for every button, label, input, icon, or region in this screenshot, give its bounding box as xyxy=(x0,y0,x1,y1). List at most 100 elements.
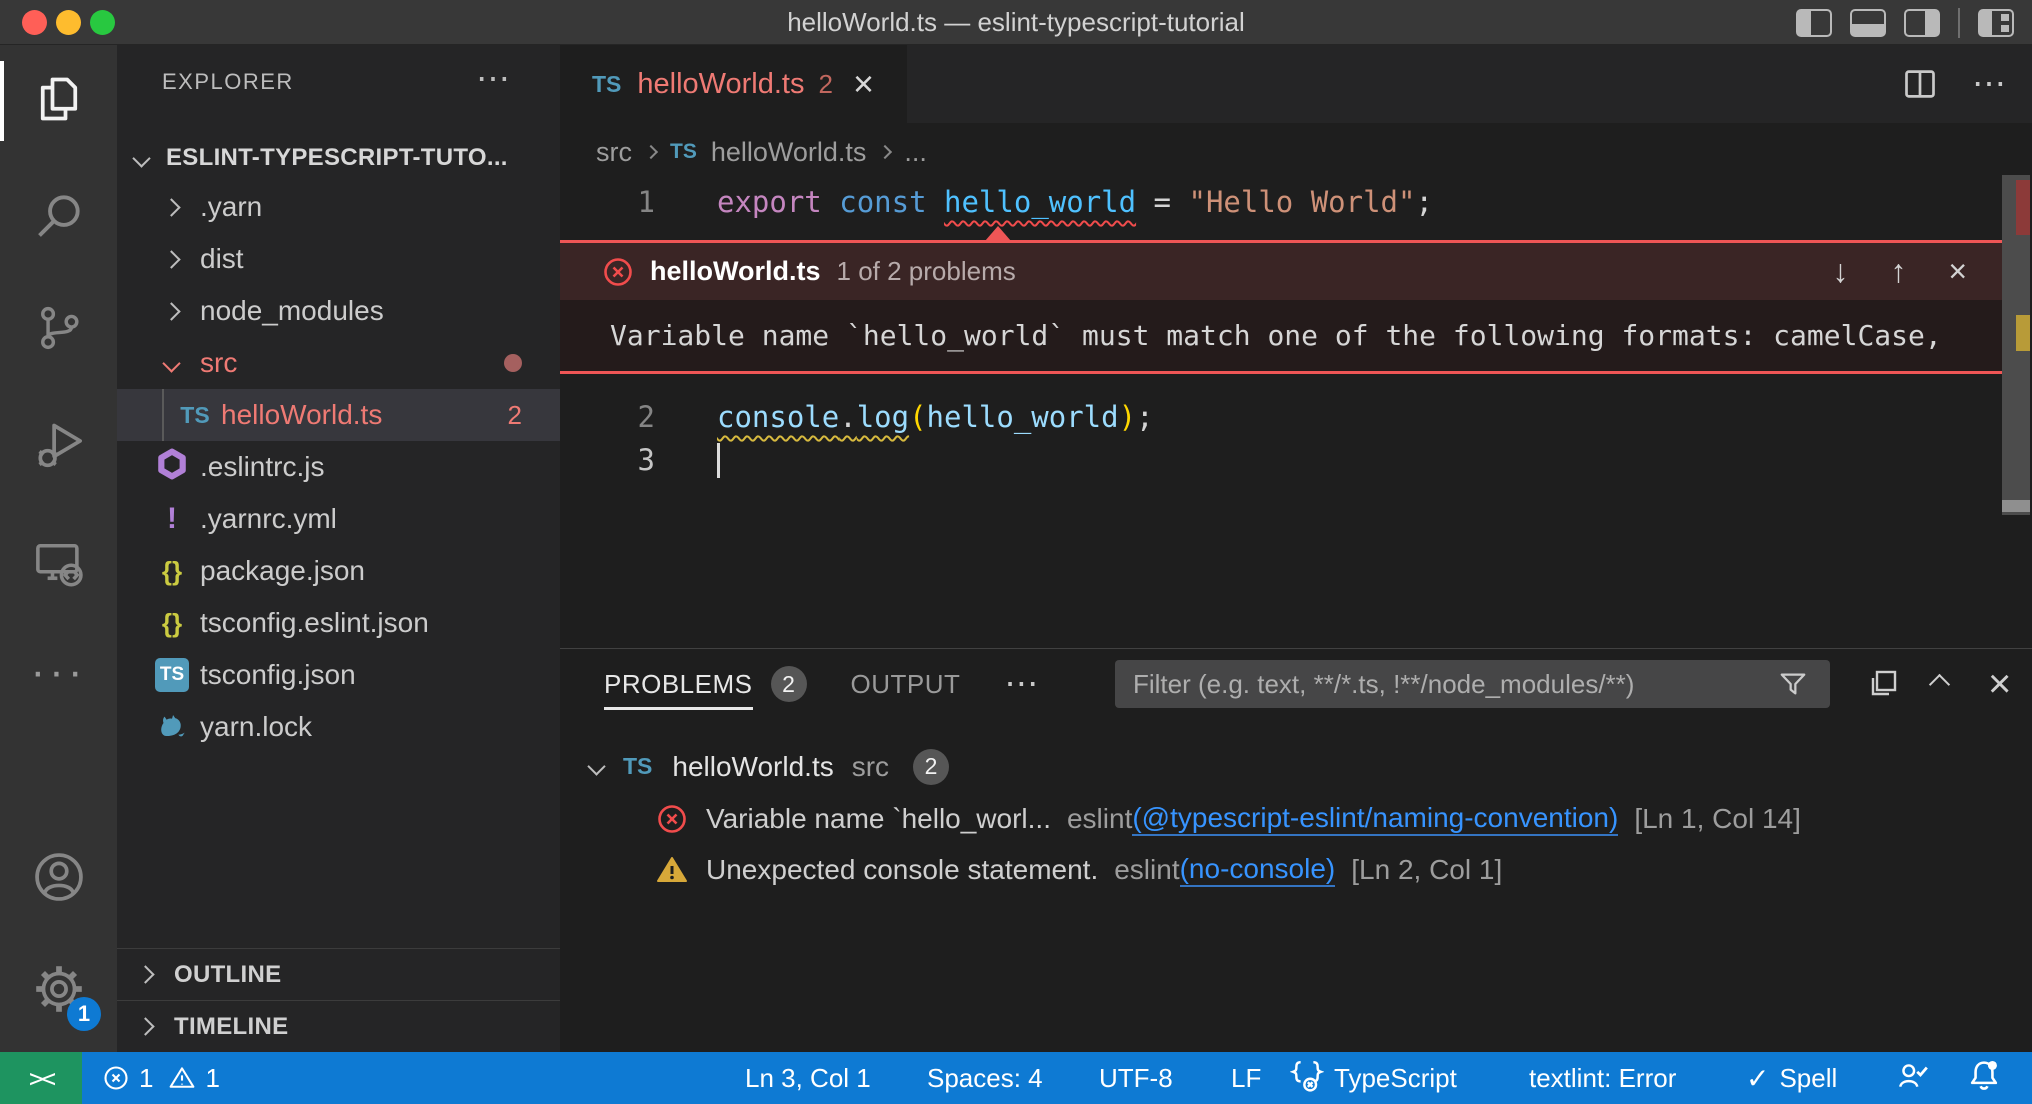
breadcrumb-symbol[interactable]: ... xyxy=(904,137,927,168)
line-number: 3 xyxy=(560,439,655,482)
activity-accounts-button[interactable] xyxy=(0,829,117,929)
activity-more-button[interactable]: ··· xyxy=(0,626,117,726)
tree-item-label: tsconfig.eslint.json xyxy=(200,607,429,639)
close-widget-icon[interactable]: × xyxy=(1948,253,1967,290)
problem-rule-link[interactable]: (no-console) xyxy=(1180,853,1336,887)
modified-dot-badge xyxy=(504,354,522,372)
problems-tab-label: PROBLEMS xyxy=(604,655,753,714)
close-panel-icon[interactable]: × xyxy=(1988,649,2011,719)
breadcrumb-file[interactable]: helloWorld.ts xyxy=(711,137,867,168)
tab-helloworld[interactable]: TS helloWorld.ts 2 × xyxy=(560,45,907,123)
overview-ruler-warning-mark xyxy=(2016,315,2030,351)
problem-row-error[interactable]: Variable name `hello_worl...eslint(@type… xyxy=(560,793,2032,844)
code-line-1[interactable]: 1export const hello_world = "Hello World… xyxy=(560,181,2032,224)
marker-navigation-widget: helloWorld.ts 1 of 2 problems ↓ ↑ × Vari… xyxy=(560,240,2003,374)
remote-indicator[interactable]: >< xyxy=(0,1052,82,1104)
tree-item-label: .eslintrc.js xyxy=(200,451,324,483)
tree-item-label: yarn.lock xyxy=(200,711,312,743)
tree-item-label: tsconfig.json xyxy=(200,659,356,691)
code-text: console.log(hello_world); xyxy=(717,396,1154,439)
tree-item-label: src xyxy=(200,347,237,379)
tree-item-label: dist xyxy=(200,243,244,275)
sidebar-section-outline[interactable]: OUTLINE xyxy=(117,948,560,1000)
tree-item-yarnrc-yml[interactable]: !.yarnrc.yml xyxy=(117,493,560,545)
status-item-label: Spell xyxy=(1779,1063,1837,1094)
problems-count-badge: 2 xyxy=(508,400,522,431)
tree-item-node-modules[interactable]: node_modules xyxy=(117,285,560,337)
breadcrumb-folder[interactable]: src xyxy=(596,137,632,168)
error-count: 1 xyxy=(139,1063,153,1094)
tab-output[interactable]: OUTPUT xyxy=(851,655,961,714)
status-indentation[interactable]: Spaces: 4 xyxy=(927,1052,1043,1104)
status-language-typescript[interactable]: TypeScript xyxy=(1290,1052,1457,1104)
sidebar-section-timeline[interactable]: TIMELINE xyxy=(117,1000,560,1052)
tree-item-yarn[interactable]: .yarn xyxy=(117,181,560,233)
warning-icon xyxy=(168,1064,196,1092)
status-feedback[interactable] xyxy=(1896,1052,1930,1104)
chevron-down-icon xyxy=(132,149,150,167)
panel-header: PROBLEMS 2 OUTPUT ⋯ × xyxy=(560,649,2032,719)
activity-settings-button[interactable]: 1 xyxy=(0,941,117,1041)
problems-group-row[interactable]: TShelloWorld.tssrc2 xyxy=(560,741,2032,792)
problem-row-warning[interactable]: Unexpected console statement.eslint(no-c… xyxy=(560,844,2032,895)
editor-more-actions-icon[interactable]: ⋯ xyxy=(1972,64,2006,104)
toggle-panel-icon[interactable] xyxy=(1850,9,1886,37)
problem-location: [Ln 1, Col 14] xyxy=(1634,803,1801,835)
code-line-3[interactable]: 3 xyxy=(560,439,2032,482)
check-icon: ✓ xyxy=(1746,1062,1769,1095)
maximize-panel-icon[interactable] xyxy=(1932,649,1947,719)
status-cursor-position[interactable]: Ln 3, Col 1 xyxy=(745,1052,871,1104)
bell-dot-icon xyxy=(1966,1057,2002,1100)
customize-layout-icon[interactable] xyxy=(1978,9,2014,37)
activity-source-control-button[interactable] xyxy=(0,280,117,380)
activity-run-debug-button[interactable] xyxy=(0,397,117,497)
code-line-2[interactable]: 2console.log(hello_world); xyxy=(560,396,2032,439)
tree-item-label: .yarn xyxy=(200,191,262,223)
yarn-lock-file-icon xyxy=(155,707,189,748)
tree-item-package-json[interactable]: {}package.json xyxy=(117,545,560,597)
chevron-right-icon xyxy=(162,302,180,320)
next-problem-icon[interactable]: ↓ xyxy=(1832,253,1848,290)
sidebar-title: EXPLORER xyxy=(162,69,294,95)
activity-bar: ··· 1 xyxy=(0,45,117,1052)
tree-item-src[interactable]: src xyxy=(117,337,560,389)
previous-problem-icon[interactable]: ↑ xyxy=(1890,253,1906,290)
panel-more-tabs-icon[interactable]: ⋯ xyxy=(1004,664,1038,704)
problem-location: [Ln 2, Col 1] xyxy=(1351,854,1502,886)
status-textlint-status[interactable]: textlint: Error xyxy=(1529,1052,1676,1104)
tree-item-helloworld-ts[interactable]: TShelloWorld.ts2 xyxy=(117,389,560,441)
chevron-down-icon xyxy=(587,757,605,775)
status-notifications[interactable] xyxy=(1966,1052,2002,1104)
status-item-label: Ln 3, Col 1 xyxy=(745,1063,871,1094)
status-encoding[interactable]: UTF-8 xyxy=(1099,1052,1173,1104)
panel-restore-icon[interactable] xyxy=(1867,649,1899,719)
split-editor-icon[interactable] xyxy=(1902,66,1938,102)
tab-label: helloWorld.ts xyxy=(637,68,804,101)
tree-item-tsconfig-json[interactable]: TStsconfig.json xyxy=(117,649,560,701)
project-root-row[interactable]: ESLINT-TYPESCRIPT-TUTO... xyxy=(117,135,560,181)
status-spell-checker[interactable]: ✓ Spell xyxy=(1746,1052,1837,1104)
activity-explorer-button[interactable] xyxy=(0,51,117,151)
filter-funnel-icon[interactable] xyxy=(1778,669,1808,704)
chevron-right-icon xyxy=(162,198,180,216)
problems-count-badge: 2 xyxy=(913,749,949,785)
problem-rule-link[interactable]: (@typescript-eslint/naming-convention) xyxy=(1132,802,1618,836)
window-title: helloWorld.ts — eslint-typescript-tutori… xyxy=(0,0,2032,45)
tree-item-eslintrc-js[interactable]: .eslintrc.js xyxy=(117,441,560,493)
tree-item-tsconfig-eslint-json[interactable]: {}tsconfig.eslint.json xyxy=(117,597,560,649)
tab-close-icon[interactable]: × xyxy=(853,69,874,99)
activity-remote-explorer-button[interactable] xyxy=(0,514,117,614)
toggle-secondary-sidebar-icon[interactable] xyxy=(1904,9,1940,37)
tree-item-yarn-lock[interactable]: yarn.lock xyxy=(117,701,560,753)
marker-widget-filename: helloWorld.ts xyxy=(650,256,821,287)
problem-message: Unexpected console statement. xyxy=(706,854,1098,886)
activity-search-button[interactable] xyxy=(0,168,117,268)
tab-problems[interactable]: PROBLEMS 2 xyxy=(604,655,807,714)
status-eol[interactable]: LF xyxy=(1231,1052,1261,1104)
problems-summary[interactable]: 1 1 xyxy=(102,1052,220,1104)
explorer-more-actions-icon[interactable]: ⋯ xyxy=(476,59,510,99)
tree-item-dist[interactable]: dist xyxy=(117,233,560,285)
output-tab-label: OUTPUT xyxy=(851,655,961,714)
toggle-sidebar-icon[interactable] xyxy=(1796,9,1832,37)
problems-filter-input[interactable] xyxy=(1115,660,1830,708)
